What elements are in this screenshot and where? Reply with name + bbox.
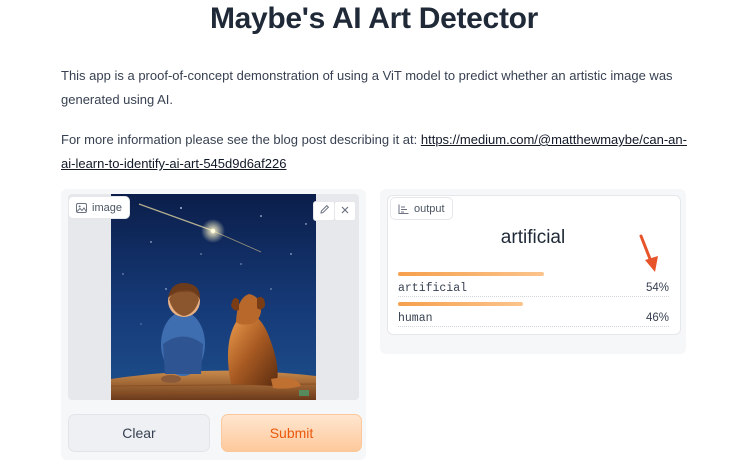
confidence-percent: 54% xyxy=(645,282,669,294)
edit-image-button[interactable] xyxy=(313,201,335,221)
confidence-label: human xyxy=(398,311,433,325)
red-arrow-icon xyxy=(639,234,658,272)
more-info-paragraph: For more information please see the blog… xyxy=(61,128,701,176)
confidence-row: human 46% xyxy=(398,310,669,327)
image-input-label: image xyxy=(68,196,130,219)
close-icon xyxy=(340,202,350,220)
confidence-percent: 46% xyxy=(645,312,669,324)
uploaded-artwork xyxy=(111,194,316,400)
confidence-label: artificial xyxy=(398,281,468,295)
submit-button[interactable]: Submit xyxy=(221,414,362,452)
confidence-bar-artificial xyxy=(398,272,544,276)
confidence-bar-human xyxy=(398,302,523,306)
app-description: This app is a proof-of-concept demonstra… xyxy=(61,68,673,107)
image-chip-text: image xyxy=(92,201,122,214)
pencil-icon xyxy=(319,202,330,220)
clear-button[interactable]: Clear xyxy=(68,414,210,452)
chart-icon xyxy=(398,204,409,214)
output-chip-text: output xyxy=(414,202,445,215)
output-label: output xyxy=(390,197,453,220)
confidence-row: artificial 54% xyxy=(398,280,669,297)
page-title: Maybe's AI Art Detector xyxy=(209,2,539,35)
more-info-text: For more information please see the blog… xyxy=(61,132,421,147)
image-icon xyxy=(76,202,87,213)
remove-image-button[interactable] xyxy=(334,201,356,221)
